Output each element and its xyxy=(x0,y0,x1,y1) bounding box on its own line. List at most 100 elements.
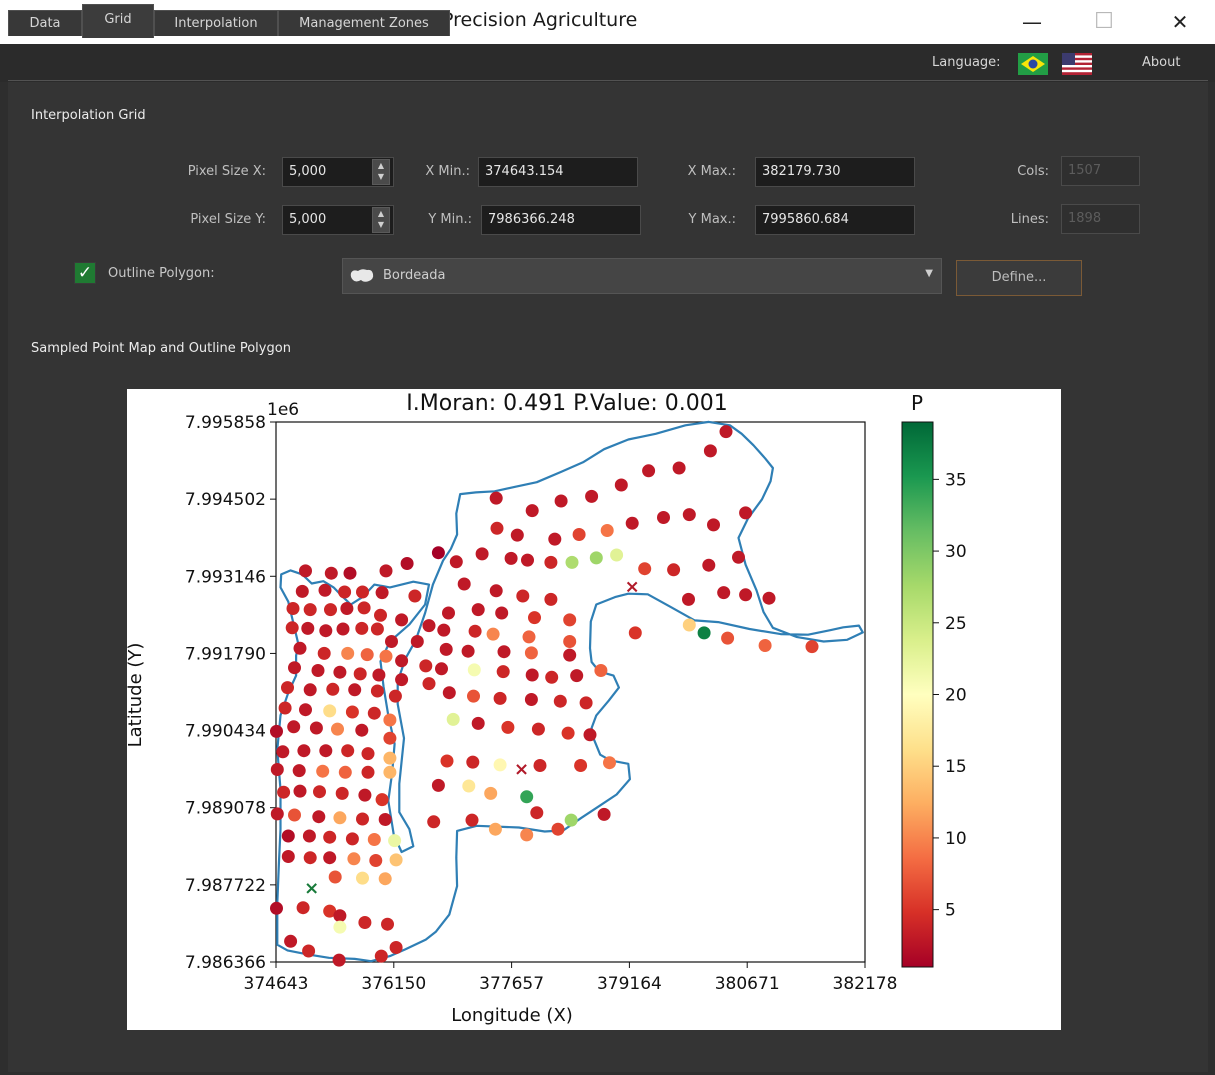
pixel-size-x-spinner[interactable]: ▲ ▼ xyxy=(372,159,390,185)
sample-point xyxy=(501,720,515,734)
sample-point xyxy=(528,611,541,625)
sample-point xyxy=(467,663,481,677)
y-tick-label: 7.994502 xyxy=(185,490,266,510)
sample-point xyxy=(446,712,460,726)
sample-point xyxy=(489,491,503,505)
sample-point xyxy=(561,726,575,740)
sample-point xyxy=(667,563,681,577)
sample-point xyxy=(328,870,342,884)
sample-point xyxy=(594,664,608,677)
sample-point xyxy=(278,701,292,715)
cross-marker: × xyxy=(514,759,529,780)
sample-point xyxy=(312,810,326,824)
sample-point xyxy=(525,668,539,682)
sample-point xyxy=(553,694,567,708)
x-tick-label: 377657 xyxy=(479,974,544,994)
tab-grid[interactable]: Grid xyxy=(82,4,154,38)
sample-point xyxy=(333,909,347,923)
tab-data[interactable]: Data xyxy=(8,10,82,36)
sample-point xyxy=(504,551,518,565)
x-tick-label: 379164 xyxy=(597,974,662,994)
sample-point xyxy=(358,916,372,929)
sample-point xyxy=(520,828,534,842)
sample-point xyxy=(468,624,482,638)
sample-point xyxy=(395,613,409,627)
sample-point xyxy=(303,683,317,697)
tab-management-zones[interactable]: Management Zones xyxy=(278,10,450,36)
sample-point xyxy=(395,654,409,668)
sample-point xyxy=(400,557,414,570)
sample-point xyxy=(333,811,347,825)
sample-point xyxy=(323,830,337,844)
sample-point xyxy=(295,584,309,598)
define-button[interactable]: Define... xyxy=(956,260,1082,296)
sample-point xyxy=(554,494,568,508)
sample-point xyxy=(525,504,539,518)
sample-point xyxy=(521,553,534,567)
sample-point xyxy=(313,785,326,799)
sample-point xyxy=(288,808,301,822)
sample-point xyxy=(410,635,424,648)
sample-point xyxy=(281,829,295,843)
sample-point xyxy=(318,583,332,597)
sample-point xyxy=(288,661,301,675)
maximize-button[interactable]: ☐ xyxy=(1084,6,1124,38)
sample-point xyxy=(309,721,323,735)
sample-point xyxy=(739,588,753,602)
sample-point xyxy=(383,731,397,745)
close-button[interactable]: ✕ xyxy=(1160,6,1200,38)
polygon-select[interactable]: Bordeada ▼ xyxy=(342,258,942,294)
sample-point xyxy=(597,807,611,821)
sample-point xyxy=(486,627,500,641)
sample-point xyxy=(638,562,652,576)
about-link[interactable]: About xyxy=(1142,55,1180,70)
sample-point xyxy=(293,641,307,655)
y-tick-label: 7.989078 xyxy=(185,799,266,819)
sample-point xyxy=(570,669,584,683)
outline-polygon-checkbox[interactable]: ✓ xyxy=(74,262,96,284)
x-min-input[interactable]: 374643.154 xyxy=(478,157,638,187)
sample-point xyxy=(331,722,344,736)
x-tick-label: 376150 xyxy=(361,974,426,994)
sample-point xyxy=(758,639,772,652)
sample-point xyxy=(544,555,558,569)
minimize-button[interactable]: — xyxy=(1012,6,1052,38)
sample-point xyxy=(293,784,307,798)
sample-point xyxy=(333,665,347,679)
brazil-flag-icon[interactable] xyxy=(1018,53,1048,75)
map-section-title: Sampled Point Map and Outline Polygon xyxy=(31,341,291,356)
sample-point xyxy=(457,577,471,591)
y-min-input[interactable]: 7986366.248 xyxy=(481,205,641,235)
sample-point xyxy=(378,872,392,886)
sample-point xyxy=(287,720,301,734)
sample-point xyxy=(341,646,355,660)
sample-point xyxy=(358,788,372,802)
sample-point xyxy=(548,532,562,546)
sample-point xyxy=(381,917,394,931)
sample-point xyxy=(374,608,387,622)
sample-point xyxy=(522,630,536,644)
sample-point xyxy=(419,659,433,673)
sample-point xyxy=(484,786,498,800)
x-max-input[interactable]: 382179.730 xyxy=(755,157,915,187)
sample-point xyxy=(345,705,359,719)
sample-point xyxy=(284,934,298,948)
sample-point xyxy=(296,901,310,915)
colorbar xyxy=(901,421,934,968)
pixel-size-y-spinner[interactable]: ▲ ▼ xyxy=(372,207,390,233)
y-tick-label: 7.986366 xyxy=(185,953,266,973)
sample-point xyxy=(610,548,624,562)
sample-point xyxy=(356,871,369,885)
sample-point xyxy=(276,745,290,759)
y-tick-label: 7.990434 xyxy=(185,722,266,742)
sampled-point-map: 374643 376150 377657 379164 380671 382178 7.99… xyxy=(125,389,1061,1030)
sample-point xyxy=(297,744,311,758)
usa-flag-icon[interactable] xyxy=(1062,53,1092,75)
tab-interpolation[interactable]: Interpolation xyxy=(154,10,278,36)
x-min-label: X Min.: xyxy=(425,164,470,179)
y-max-input[interactable]: 7995860.684 xyxy=(755,205,915,235)
sample-point xyxy=(375,586,389,600)
sample-point xyxy=(475,547,489,561)
colorbar-tick-label: 35 xyxy=(945,470,967,490)
sample-point xyxy=(383,765,397,779)
